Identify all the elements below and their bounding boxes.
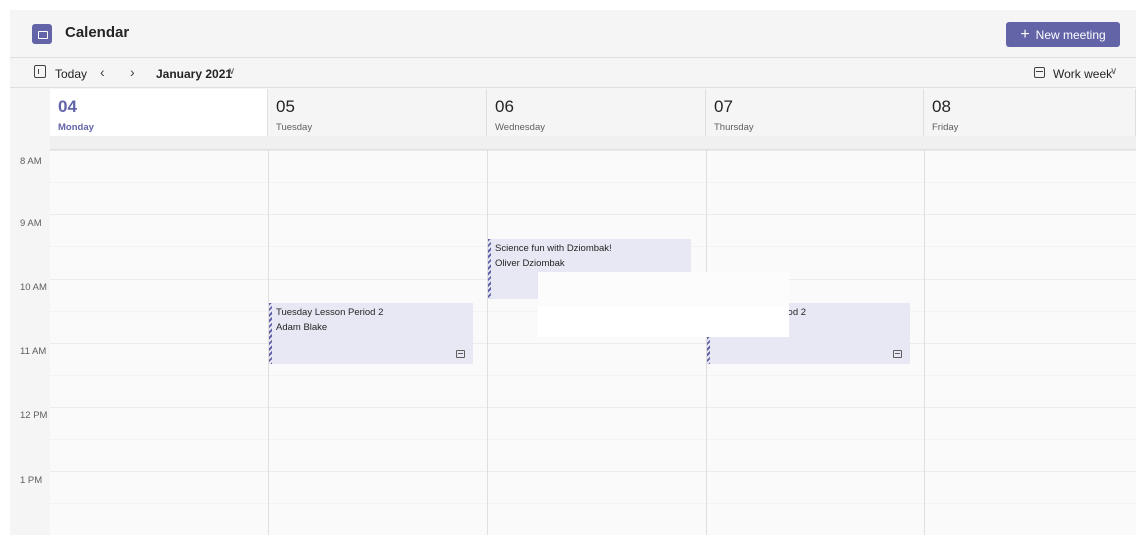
hour-line (50, 150, 1136, 151)
day-name: Friday (932, 122, 959, 133)
day-number: 05 (276, 97, 295, 116)
half-hour-line (50, 182, 1136, 183)
app-title: Calendar (65, 24, 130, 41)
today-icon[interactable] (34, 65, 46, 78)
day-name: Tuesday (276, 122, 313, 133)
day-name: Wednesday (495, 122, 545, 133)
day-name: Thursday (714, 122, 754, 133)
hour-line (50, 214, 1136, 215)
day-header-tuesday[interactable]: 05 Tuesday (268, 89, 487, 136)
obscured-region (538, 272, 789, 307)
event-tuesday-lesson[interactable]: Tuesday Lesson Period 2 Adam Blake (269, 303, 473, 364)
calendar-toolbar: Today ‹ › January 2021 ∨ Work week ∨ (10, 58, 1136, 88)
new-meeting-button[interactable]: + New meeting (1006, 22, 1120, 47)
column-divider (924, 150, 925, 535)
plus-icon: + (1020, 25, 1030, 43)
column-divider (487, 150, 488, 535)
teams-meeting-icon (893, 350, 902, 358)
day-name: Monday (58, 122, 94, 133)
chevron-left-icon[interactable]: ‹ (100, 64, 105, 80)
today-button[interactable]: Today (55, 67, 87, 81)
time-label: 12 PM (20, 410, 48, 421)
day-number: 07 (714, 97, 733, 116)
chevron-down-icon[interactable]: ∨ (228, 66, 235, 77)
hour-line (50, 343, 1136, 344)
event-title: Tuesday Lesson Period 2 (276, 307, 384, 318)
day-number: 08 (932, 97, 951, 116)
time-label: 11 AM (20, 346, 47, 357)
time-label: 8 AM (20, 156, 42, 167)
time-label: 9 AM (20, 218, 42, 229)
calendar-app-icon (32, 24, 52, 44)
app-header: Calendar + New meeting (10, 10, 1136, 58)
day-header-wednesday[interactable]: 06 Wednesday (487, 89, 706, 136)
day-number: 04 (58, 97, 77, 116)
chevron-right-icon[interactable]: › (130, 64, 135, 80)
day-header-thursday[interactable]: 07 Thursday (706, 89, 924, 136)
all-day-band[interactable] (50, 136, 1136, 150)
calendar-app: Calendar + New meeting Today ‹ › January… (10, 10, 1136, 535)
event-organizer: Adam Blake (276, 322, 328, 333)
day-header-monday[interactable]: 04 Monday (50, 89, 268, 136)
work-week-icon[interactable] (1034, 67, 1045, 78)
chevron-down-icon[interactable]: ∨ (1110, 66, 1117, 77)
new-meeting-label: New meeting (1035, 27, 1106, 42)
month-picker[interactable]: January 2021 (156, 67, 232, 81)
half-hour-line (50, 439, 1136, 440)
time-label: 1 PM (20, 475, 43, 486)
event-organizer: Oliver Dziombak (495, 258, 565, 269)
day-header-friday[interactable]: 08 Friday (924, 89, 1136, 136)
teams-meeting-icon (456, 350, 465, 358)
hour-line (50, 471, 1136, 472)
half-hour-line (50, 503, 1136, 504)
hour-line (50, 407, 1136, 408)
day-number: 06 (495, 97, 514, 116)
time-label: 10 AM (20, 282, 47, 293)
half-hour-line (50, 375, 1136, 376)
event-title: Science fun with Dziombak! (495, 243, 612, 254)
view-switcher[interactable]: Work week (1053, 67, 1112, 81)
